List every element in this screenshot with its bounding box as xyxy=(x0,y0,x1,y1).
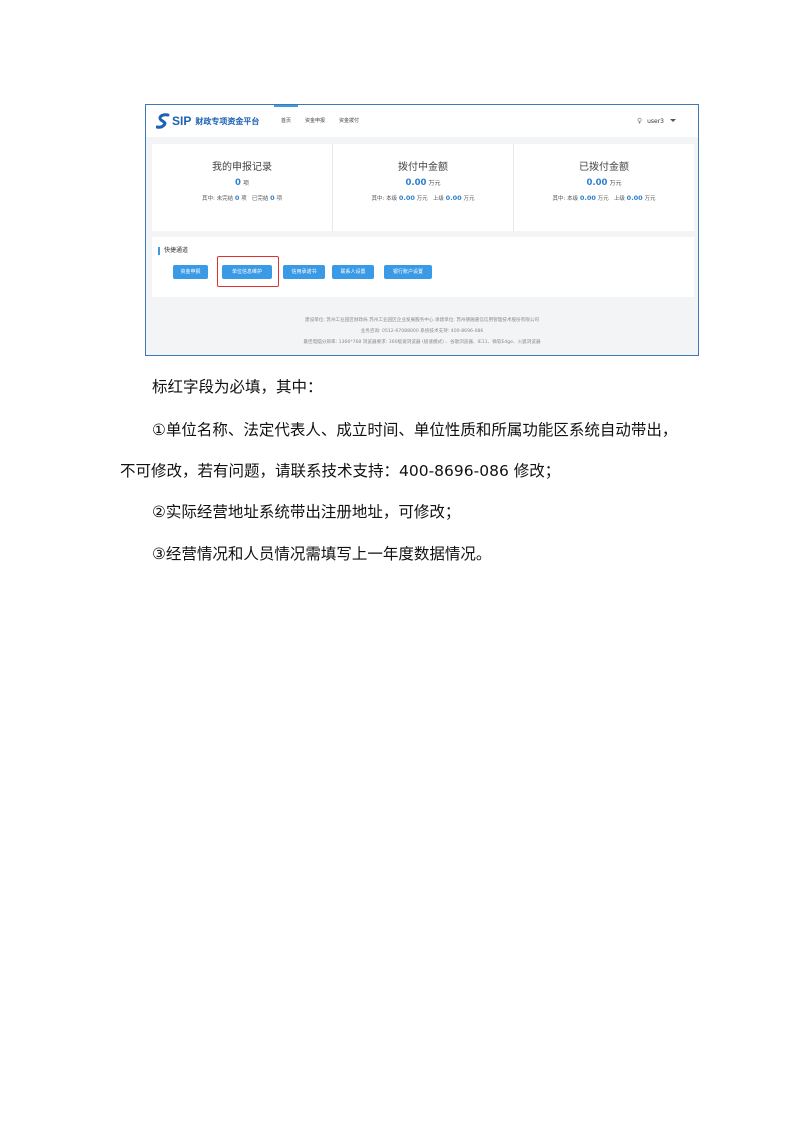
sip-logo-mark-icon xyxy=(156,113,170,129)
stat-main-value: 0.00 万元 xyxy=(405,178,441,188)
doc-paragraph: 标红字段为必填，其中： xyxy=(152,378,323,396)
nav-item-fund-disbursement[interactable]: 资金拨付 xyxy=(332,105,366,137)
chevron-down-icon[interactable] xyxy=(670,119,676,122)
platform-logo[interactable]: SIP 财政专项资金平台 xyxy=(156,112,259,130)
red-highlight-box xyxy=(217,256,279,287)
footer-line: 最佳电脑分辨率: 1366*768 浏览器要求: 360极速浏览器 (极速模式)… xyxy=(303,340,541,345)
user-menu[interactable]: ♀ user3 xyxy=(637,117,664,125)
fund-application-button[interactable]: 资金申报 xyxy=(173,265,208,279)
page-footer: 建设单位: 苏州工业园区财政局 苏州工业园区企业发展服务中心 承建单位: 苏州德… xyxy=(146,315,698,348)
quick-access-title: 快捷通道 xyxy=(158,247,188,255)
doc-paragraph: ①单位名称、法定代表人、成立时间、单位性质和所属功能区系统自动带出， xyxy=(152,421,678,439)
stat-title: 我的申报记录 xyxy=(212,162,272,173)
stat-detail: 其中: 本级 0.00 万元 上级 0.00 万元 xyxy=(552,194,656,202)
doc-paragraph: ②实际经营地址系统带出注册地址，可修改； xyxy=(152,503,461,521)
stat-detail: 其中: 本级 0.00 万元 上级 0.00 万元 xyxy=(371,194,475,202)
logo-platform-title: 财政专项资金平台 xyxy=(195,116,260,126)
stat-title: 已拨付金额 xyxy=(579,162,629,173)
contact-settings-button[interactable]: 联系人设置 xyxy=(332,265,374,279)
stat-main-value: 0.00 万元 xyxy=(586,178,622,188)
stats-panel: 我的申报记录 0项 其中: 未完结 0 项 已完结 0 项 拨付中金额 0.00… xyxy=(152,144,694,231)
footer-line: 业务咨询: 0512-67088000 系统技术支持: 400-8696-086 xyxy=(360,329,484,334)
top-navigation-bar: SIP 财政专项资金平台 首页 资金申报 资金拨付 ♀ user3 xyxy=(146,105,698,137)
stat-disbursing-amount: 拨付中金额 0.00 万元 其中: 本级 0.00 万元 上级 0.00 万元 xyxy=(332,144,513,231)
nav-item-fund-application[interactable]: 资金申报 xyxy=(298,105,332,137)
doc-paragraph: 不可修改，若有问题，请联系技术支持：400-8696-086 修改； xyxy=(120,462,561,480)
doc-paragraph: ③经营情况和人员情况需填写上一年度数据情况。 xyxy=(152,545,492,563)
stat-title: 拨付中金额 xyxy=(398,162,448,173)
stat-disbursed-amount: 已拨付金额 0.00 万元 其中: 本级 0.00 万元 上级 0.00 万元 xyxy=(513,144,694,231)
stat-main-value: 0项 xyxy=(235,178,249,188)
user-name: user3 xyxy=(647,117,664,125)
nav-item-home[interactable]: 首页 xyxy=(274,105,299,137)
quick-access-panel: 快捷通道 资金申报 单位信息维护 信用承诺书 联系人设置 银行账户设置 xyxy=(152,237,694,297)
bank-account-settings-button[interactable]: 银行账户设置 xyxy=(384,265,432,279)
main-nav: 首页 资金申报 资金拨付 xyxy=(274,105,366,137)
stat-my-applications: 我的申报记录 0项 其中: 未完结 0 项 已完结 0 项 xyxy=(152,144,332,231)
logo-sip-text: SIP xyxy=(172,114,192,128)
footer-line: 建设单位: 苏州工业园区财政局 苏州工业园区企业发展服务中心 承建单位: 苏州德… xyxy=(304,318,540,323)
credit-commitment-button[interactable]: 信用承诺书 xyxy=(283,265,325,279)
stat-detail: 其中: 未完结 0 项 已完结 0 项 xyxy=(202,194,282,202)
platform-screenshot: SIP 财政专项资金平台 首页 资金申报 资金拨付 ♀ user3 我的申报记录… xyxy=(145,104,699,356)
user-icon: ♀ xyxy=(636,117,643,125)
